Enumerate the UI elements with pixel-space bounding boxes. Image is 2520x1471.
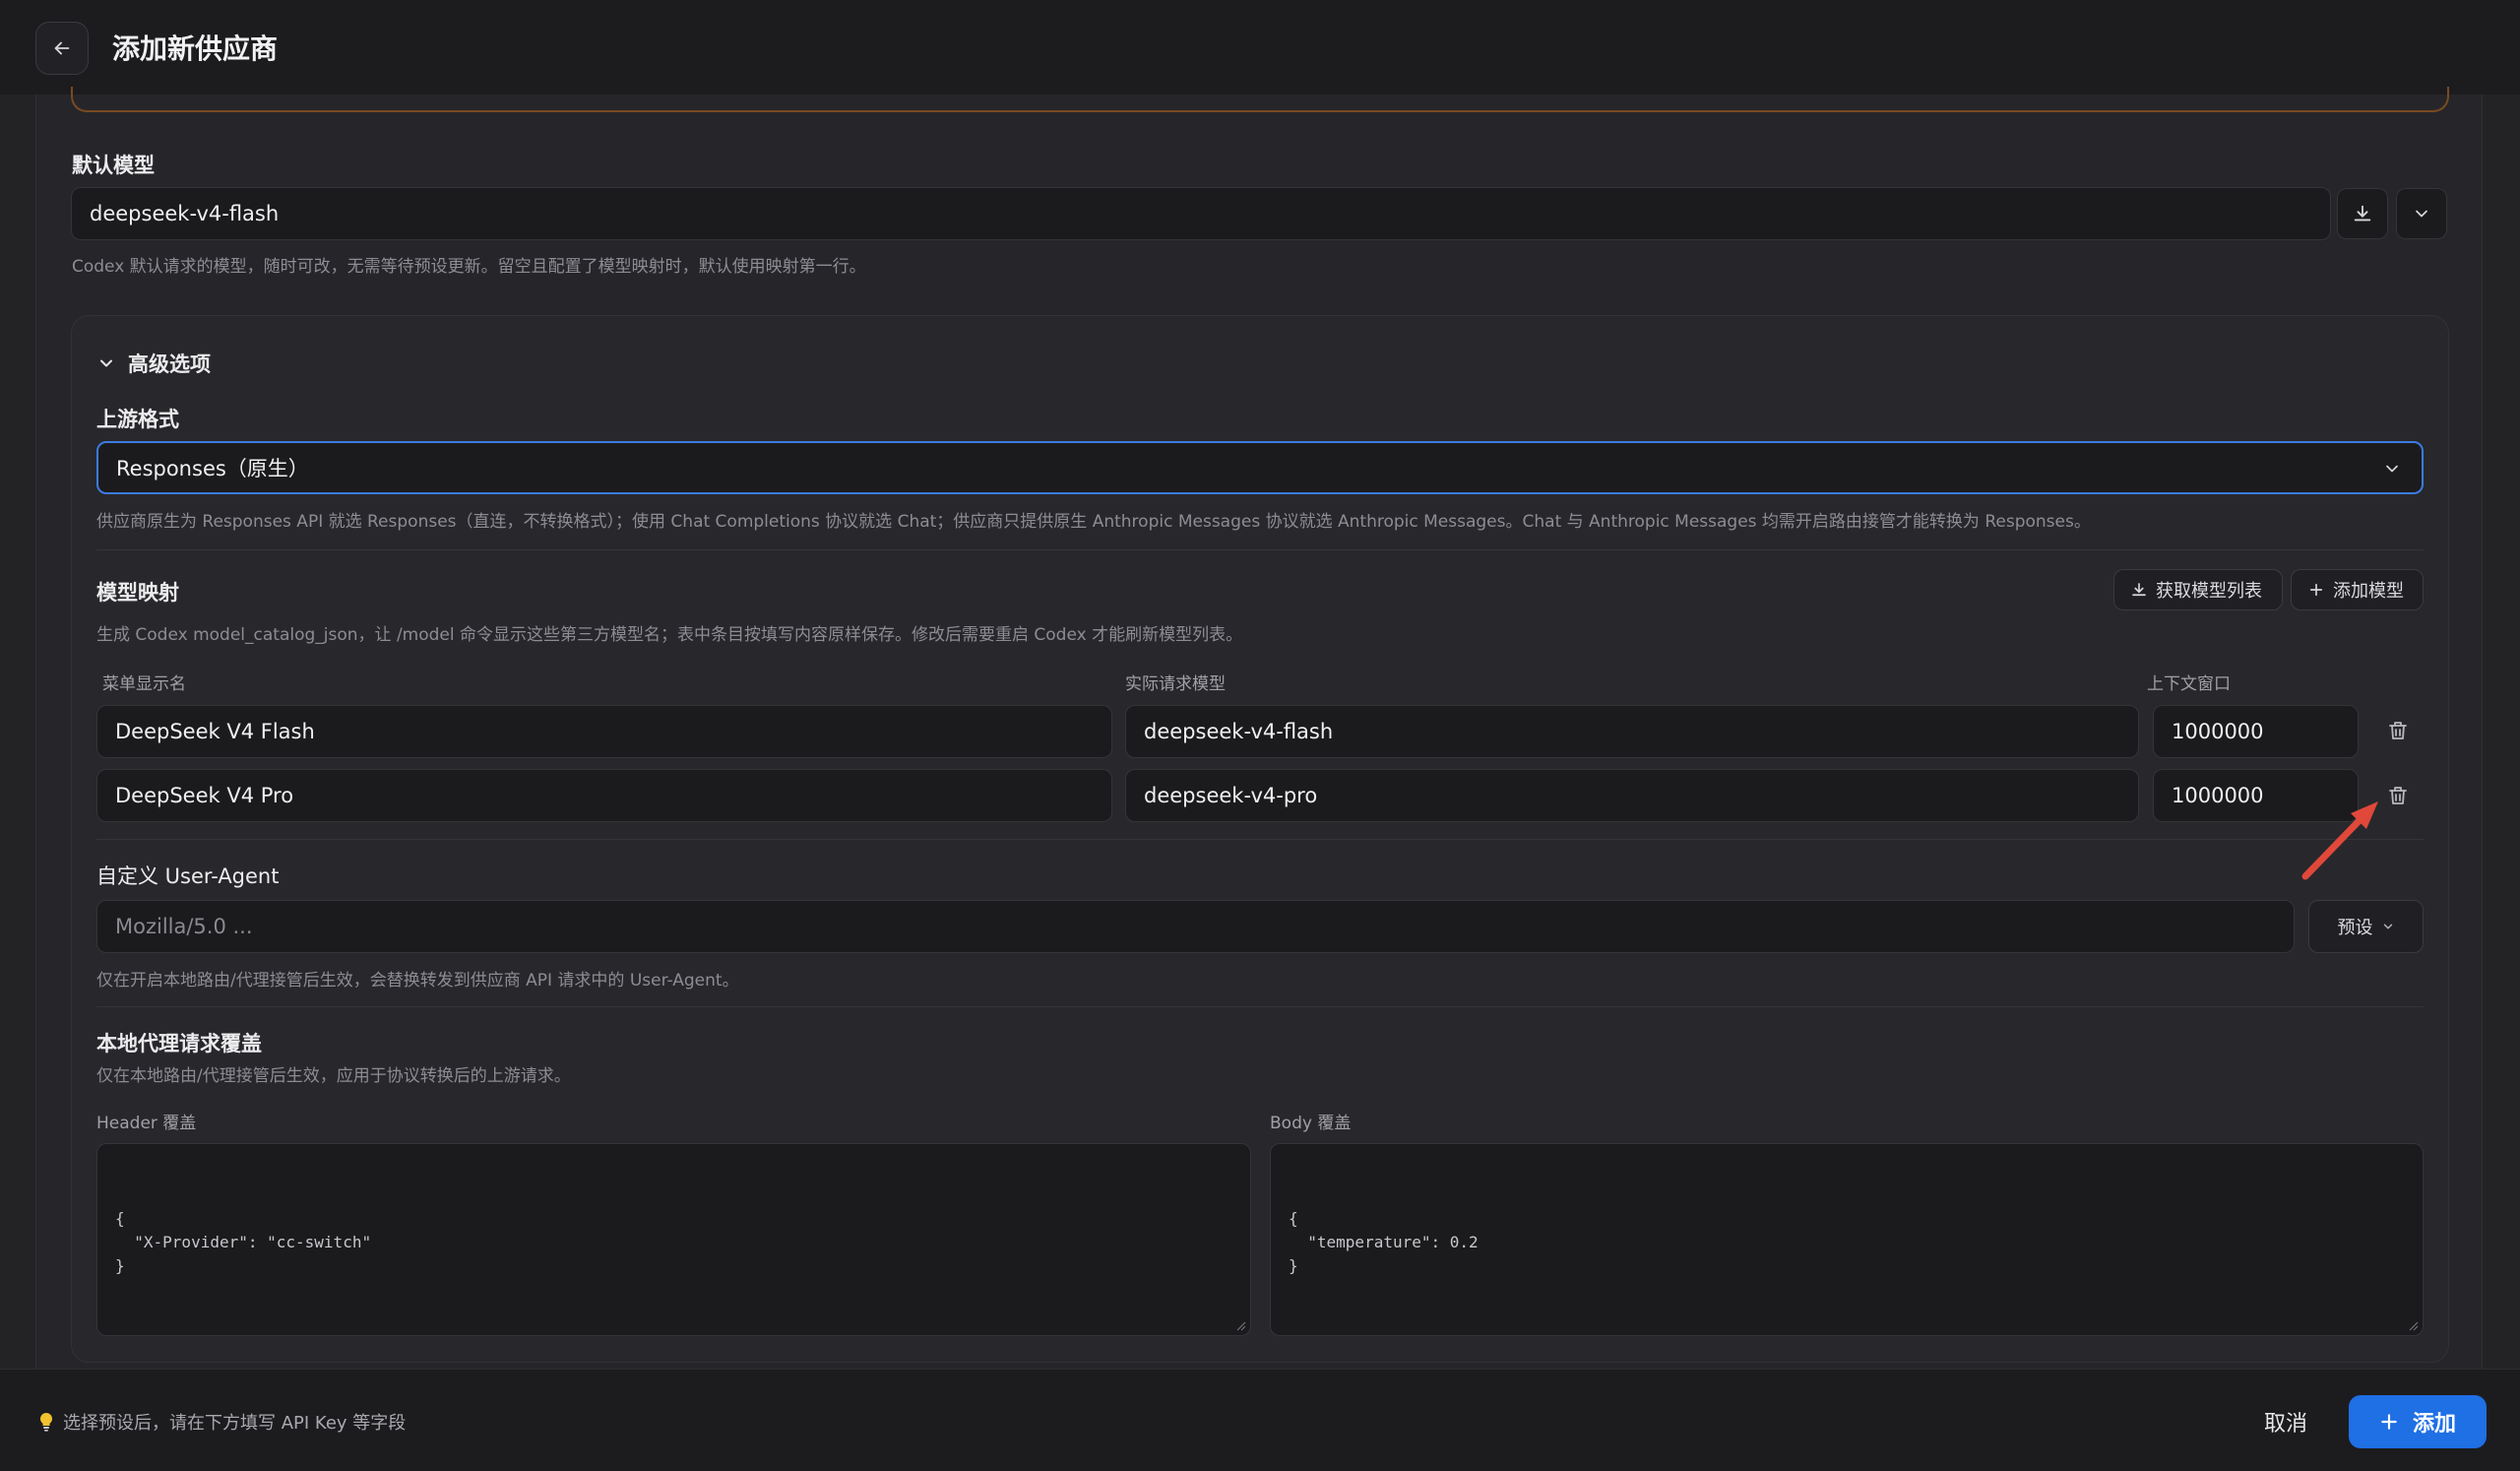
add-provider-button[interactable]: 添加 bbox=[2349, 1395, 2487, 1448]
mapping-row-1-delete-button[interactable] bbox=[2380, 713, 2416, 748]
fetch-model-list-button[interactable]: 获取模型列表 bbox=[2113, 569, 2283, 610]
lightbulb-icon bbox=[39, 1412, 53, 1432]
mapping-row-1-context-input[interactable]: 1000000 bbox=[2153, 705, 2359, 758]
body-override-label: Body 覆盖 bbox=[1270, 1114, 1352, 1133]
advanced-options-toggle[interactable]: 高级选项 bbox=[96, 349, 211, 378]
request-override-label: 本地代理请求覆盖 bbox=[96, 1032, 262, 1055]
footer-bar: 选择预设后，请在下方填写 API Key 等字段 取消 添加 bbox=[0, 1369, 2520, 1471]
footer-tip: 选择预设后，请在下方填写 API Key 等字段 bbox=[37, 1409, 406, 1435]
divider bbox=[96, 839, 2424, 840]
mapping-row-1-model-input[interactable]: deepseek-v4-flash bbox=[1125, 705, 2139, 758]
mapping-row-2-display-input[interactable]: DeepSeek V4 Pro bbox=[96, 769, 1112, 822]
chevron-down-icon bbox=[2416, 210, 2427, 218]
add-model-label: 添加模型 bbox=[2333, 581, 2404, 602]
annotation-arrow-icon bbox=[2301, 801, 2378, 880]
divider bbox=[96, 1006, 2424, 1007]
download-icon bbox=[2354, 205, 2371, 222]
trash-icon bbox=[2389, 722, 2407, 739]
footer-tip-text: 选择预设后，请在下方填写 API Key 等字段 bbox=[63, 1413, 407, 1434]
user-agent-label: 自定义 User-Agent bbox=[96, 864, 280, 888]
mapping-row-1-display-input[interactable]: DeepSeek V4 Flash bbox=[96, 705, 1112, 758]
model-dropdown-button[interactable] bbox=[2396, 188, 2447, 239]
user-agent-hint: 仅在开启本地路由/代理接管后生效，会替换转发到供应商 API 请求中的 User… bbox=[96, 971, 739, 991]
resize-handle-icon[interactable] bbox=[2409, 1321, 2419, 1331]
header-bar: 添加新供应商 bbox=[0, 0, 2520, 95]
column-header-display-name: 菜单显示名 bbox=[102, 674, 186, 694]
advanced-options-label: 高级选项 bbox=[128, 352, 211, 376]
model-mapping-label: 模型映射 bbox=[96, 581, 179, 605]
page-title: 添加新供应商 bbox=[112, 32, 279, 65]
header-override-text: { "X-Provider": "cc-switch" } bbox=[115, 1209, 372, 1275]
user-agent-preset-button[interactable]: 预设 bbox=[2308, 900, 2424, 953]
upstream-format-hint: 供应商原生为 Responses API 就选 Responses（直连，不转换… bbox=[96, 512, 2091, 532]
model-mapping-hint: 生成 Codex model_catalog_json，让 /model 命令显… bbox=[96, 625, 1243, 645]
add-model-button[interactable]: 添加模型 bbox=[2291, 569, 2424, 610]
back-button[interactable] bbox=[35, 22, 89, 75]
header-override-label: Header 覆盖 bbox=[96, 1114, 197, 1133]
default-model-label: 默认模型 bbox=[72, 154, 155, 177]
chevron-down-icon bbox=[2383, 924, 2392, 929]
upstream-format-select[interactable]: Responses（原生） bbox=[96, 441, 2424, 494]
column-header-request-model: 实际请求模型 bbox=[1125, 674, 1226, 694]
add-provider-label: 添加 bbox=[2412, 1412, 2456, 1437]
chevron-down-icon bbox=[100, 359, 112, 367]
default-model-input[interactable]: deepseek-v4-flash bbox=[71, 187, 2331, 240]
chevron-down-icon bbox=[2386, 465, 2398, 473]
resize-handle-icon[interactable] bbox=[1236, 1321, 1246, 1331]
user-agent-input[interactable]: Mozilla/5.0 ... bbox=[96, 900, 2295, 953]
download-icon bbox=[2132, 583, 2146, 597]
body-override-text: { "temperature": 0.2 } bbox=[1289, 1209, 1479, 1275]
fetch-model-button[interactable] bbox=[2337, 188, 2388, 239]
upstream-format-value: Responses（原生） bbox=[116, 457, 309, 480]
mapping-row-2-model-input[interactable]: deepseek-v4-pro bbox=[1125, 769, 2139, 822]
arrow-left-icon bbox=[54, 41, 70, 55]
divider bbox=[96, 549, 2424, 550]
upstream-format-label: 上游格式 bbox=[96, 408, 179, 431]
default-model-hint: Codex 默认请求的模型，随时可改，无需等待预设更新。留空且配置了模型映射时，… bbox=[72, 257, 866, 277]
user-agent-preset-label: 预设 bbox=[2337, 918, 2373, 938]
column-header-context-window: 上下文窗口 bbox=[2147, 674, 2231, 694]
fetch-model-list-label: 获取模型列表 bbox=[2156, 581, 2262, 602]
plus-icon bbox=[2309, 583, 2323, 597]
body-override-textarea[interactable]: { "temperature": 0.2 } bbox=[1270, 1143, 2424, 1336]
cancel-button[interactable]: 取消 bbox=[2248, 1397, 2323, 1446]
request-override-hint: 仅在本地路由/代理接管后生效，应用于协议转换后的上游请求。 bbox=[96, 1066, 571, 1086]
warning-card-edge bbox=[71, 87, 2449, 112]
header-override-textarea[interactable]: { "X-Provider": "cc-switch" } bbox=[96, 1143, 1251, 1336]
plus-icon bbox=[2381, 1414, 2397, 1430]
trash-icon bbox=[2389, 787, 2407, 804]
